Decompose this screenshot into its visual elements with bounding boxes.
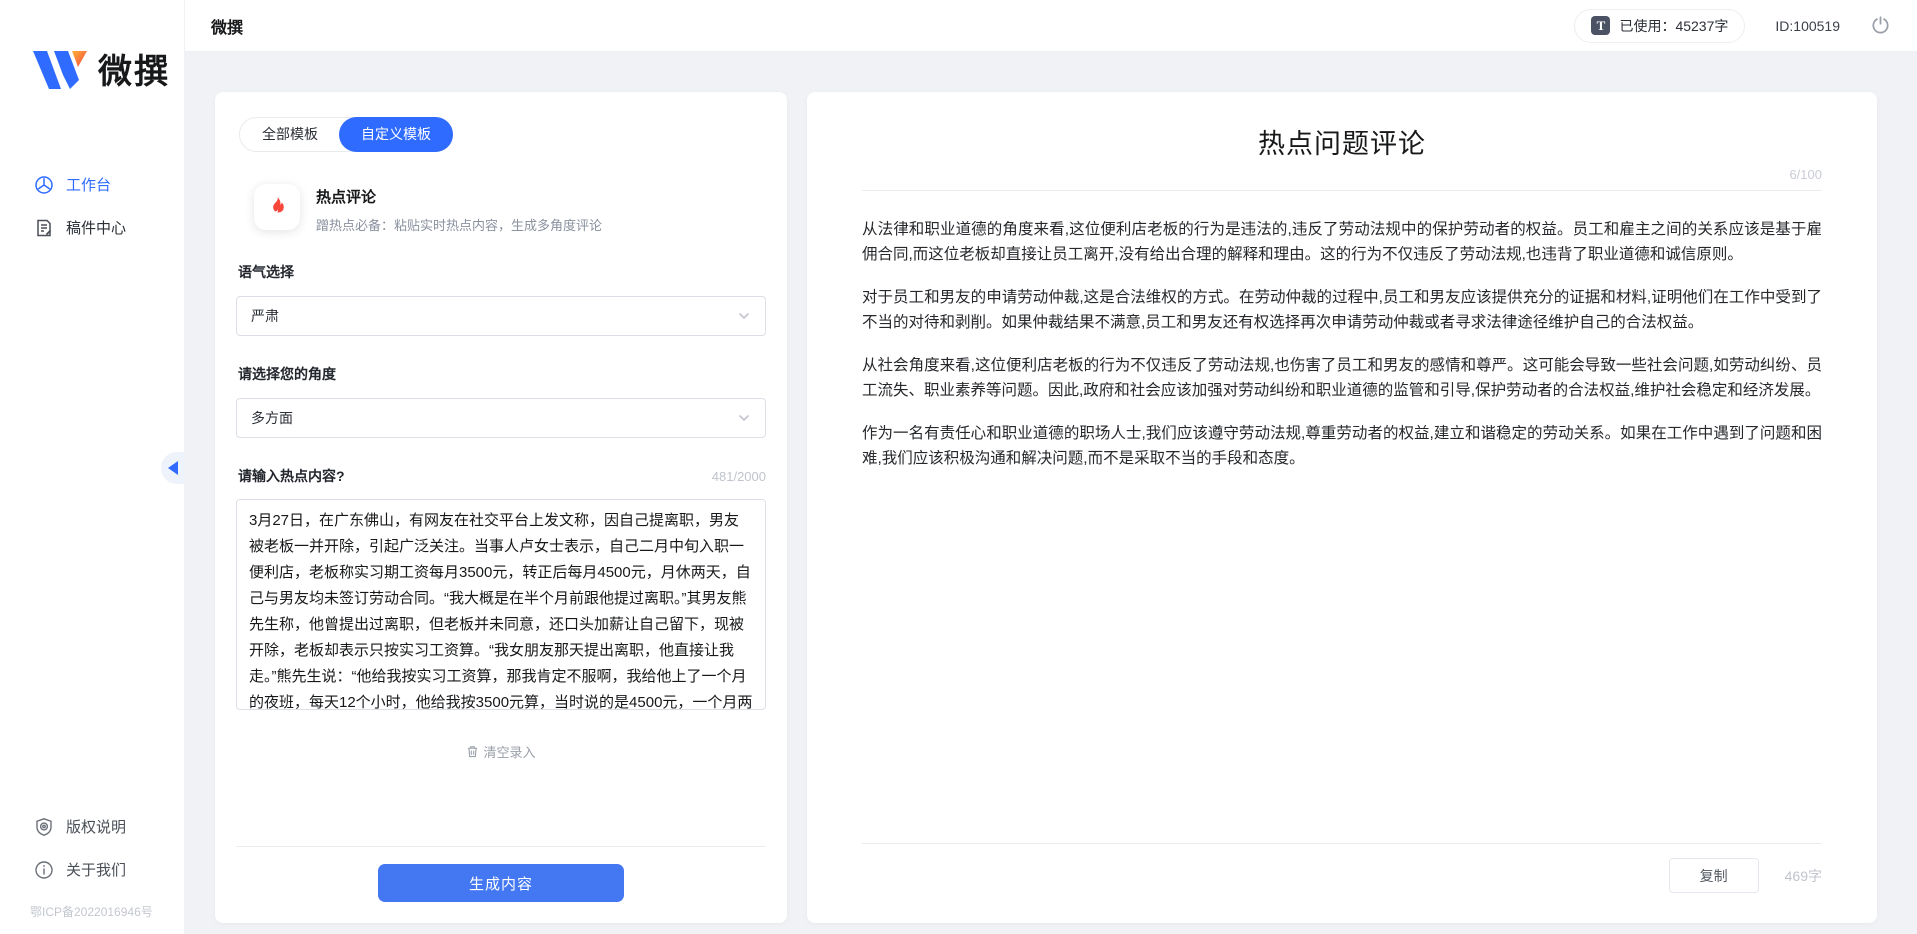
output-paragraph: 从法律和职业道德的角度来看,这位便利店老板的行为是违法的,违反了劳动法规中的保护… (862, 217, 1822, 267)
sidebar-item-drafts[interactable]: 稿件中心 (0, 206, 184, 249)
sidebar-item-label: 稿件中心 (66, 217, 126, 238)
angle-select[interactable]: 多方面 (236, 398, 766, 438)
usage-badge[interactable]: T 已使用：45237字 (1574, 9, 1745, 43)
user-id: ID:100519 (1775, 18, 1840, 34)
tab-all-templates[interactable]: 全部模板 (240, 118, 340, 151)
tone-value: 严肃 (251, 306, 279, 326)
sidebar-item-about[interactable]: 关于我们 (0, 848, 184, 891)
logo-text: 微撰 (98, 44, 170, 93)
output-footer: 复制 469字 (862, 843, 1822, 923)
template-card-hot-comment[interactable]: 热点评论 蹭热点必备：粘贴实时热点内容，生成多角度评论 (254, 184, 766, 234)
template-tabs: 全部模板 自定义模板 (239, 117, 453, 152)
composer-panel: 全部模板 自定义模板 热点评论 蹭热点必备：粘贴实时热点内容，生成多角度评论 语… (215, 92, 787, 923)
clear-input-label: 清空录入 (483, 742, 535, 761)
sidebar-item-copyright[interactable]: 版权说明 (0, 805, 184, 848)
output-paragraph: 作为一名有责任心和职业道德的职场人士,我们应该遵守劳动法规,尊重劳动者的权益,建… (862, 421, 1822, 471)
hotspot-label: 请输入热点内容? (238, 466, 345, 486)
flame-icon (254, 184, 300, 230)
template-card-text: 热点评论 蹭热点必备：粘贴实时热点内容，生成多角度评论 (316, 184, 602, 234)
output-paragraph: 对于员工和男友的申请劳动仲裁,这是合法维权的方式。在劳动仲裁的过程中,员工和男友… (862, 285, 1822, 335)
clear-input-button[interactable]: 清空录入 (236, 742, 766, 761)
usage-label: 已使用：45237字 (1619, 16, 1728, 36)
output-counter: 6/100 (862, 167, 1822, 182)
tab-custom-templates[interactable]: 自定义模板 (339, 117, 453, 152)
power-logout-icon[interactable] (1870, 15, 1891, 36)
template-title: 热点评论 (316, 186, 602, 207)
shield-copyright-icon (34, 817, 54, 837)
generate-button[interactable]: 生成内容 (378, 864, 624, 902)
trash-icon (466, 745, 479, 758)
chevron-down-icon (737, 411, 751, 425)
app-logo: 微撰 (0, 0, 184, 93)
sidebar-collapse-handle[interactable] (161, 452, 184, 484)
sidebar-item-label: 工作台 (66, 174, 111, 195)
sidebar-footer: 版权说明 关于我们 鄂ICP备2022016946号 (0, 805, 184, 924)
info-icon (34, 860, 54, 880)
generate-footer: 生成内容 (236, 846, 766, 923)
output-panel: 热点问题评论 6/100 从法律和职业道德的角度来看,这位便利店老板的行为是违法… (807, 92, 1877, 923)
tone-label: 语气选择 (238, 262, 766, 282)
copy-button[interactable]: 复制 (1669, 858, 1759, 893)
sidebar: 微撰 工作台 (0, 0, 185, 934)
icp-license-link[interactable]: 鄂ICP备2022016946号 (0, 891, 184, 924)
workspace-icon (34, 175, 54, 195)
word-usage-icon: T (1591, 16, 1610, 35)
topbar: 微撰 T 已使用：45237字 ID:100519 (185, 0, 1917, 52)
output-title: 热点问题评论 (862, 122, 1822, 161)
template-description: 蹭热点必备：粘贴实时热点内容，生成多角度评论 (316, 215, 602, 234)
chevron-down-icon (737, 309, 751, 323)
logo-w-icon (32, 47, 88, 91)
spacer (236, 761, 766, 846)
output-word-count: 469字 (1785, 866, 1822, 886)
document-icon (34, 218, 54, 238)
sidebar-item-workspace[interactable]: 工作台 (0, 163, 184, 206)
output-body: 从法律和职业道德的角度来看,这位便利店老板的行为是违法的,违反了劳动法规中的保护… (862, 191, 1822, 843)
hotspot-char-counter: 481/2000 (712, 469, 766, 484)
angle-value: 多方面 (251, 408, 293, 428)
hotspot-label-row: 请输入热点内容? 481/2000 (236, 466, 766, 486)
hotspot-input[interactable]: 3月27日，在广东佛山，有网友在社交平台上发文称，因自己提离职，男友被老板一并开… (236, 499, 766, 710)
sidebar-item-label: 版权说明 (66, 816, 126, 837)
sidebar-item-label: 关于我们 (66, 859, 126, 880)
app-root: 微撰 工作台 (0, 0, 1917, 934)
main-content: 全部模板 自定义模板 热点评论 蹭热点必备：粘贴实时热点内容，生成多角度评论 语… (185, 52, 1917, 934)
sidebar-nav: 工作台 稿件中心 (0, 163, 184, 249)
angle-label: 请选择您的角度 (238, 364, 766, 384)
topbar-right: T 已使用：45237字 ID:100519 (1574, 9, 1891, 43)
tone-select[interactable]: 严肃 (236, 296, 766, 336)
page-title: 微撰 (211, 14, 243, 38)
collapse-left-icon (168, 461, 178, 475)
output-paragraph: 从社会角度来看,这位便利店老板的行为不仅违反了劳动法规,也伤害了员工和男友的感情… (862, 353, 1822, 403)
